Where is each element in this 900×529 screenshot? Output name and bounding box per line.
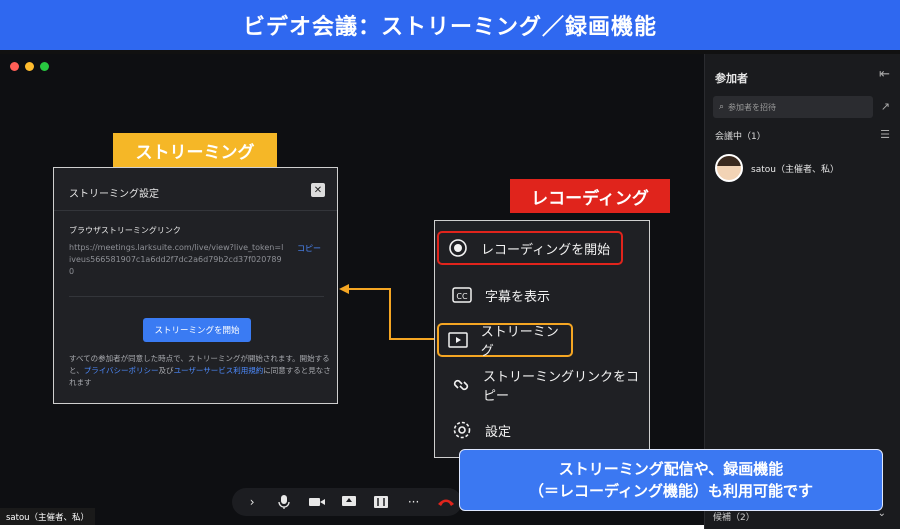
close-window-button[interactable]: [10, 62, 19, 71]
leave-call-icon[interactable]: [430, 488, 462, 516]
menu-item-label: ストリーミング: [480, 325, 559, 359]
cc-icon: CC: [451, 284, 473, 306]
menu-item-copy-stream-link[interactable]: ストリーミングリンクをコピー: [443, 368, 643, 404]
streaming-settings-dialog: ストリーミング設定 ✕ ブラウザストリーミングリンク https://meeti…: [53, 167, 338, 404]
privacy-policy-link[interactable]: プライバシーポリシー: [84, 366, 159, 375]
note-text: 及び: [158, 366, 174, 375]
menu-item-show-captions[interactable]: CC 字幕を表示: [443, 278, 643, 312]
svg-text:CC: CC: [456, 292, 468, 301]
screen-share-icon[interactable]: [333, 488, 365, 516]
info-message-box: ストリーミング配信や、録画機能 （＝レコーディング機能）も利用可能です: [459, 449, 883, 511]
participant-name: satou（主催者、私）: [751, 164, 839, 175]
arrow-line: [347, 288, 438, 340]
self-video-label: satou（主催者、私）: [0, 508, 96, 525]
in-meeting-count: 会議中（1）: [715, 132, 766, 142]
minimize-window-button[interactable]: [25, 62, 34, 71]
search-placeholder: 参加者を招待: [728, 102, 777, 112]
panel-title: 参加者: [715, 72, 748, 85]
menu-item-label: ストリーミングリンクをコピー: [483, 370, 640, 404]
link-label: ブラウザストリーミングリンク: [69, 226, 181, 235]
consent-note: すべての参加者が同意した時点で、ストリーミングが開始されます。開始すると、プライ…: [69, 353, 331, 389]
gear-icon: [451, 419, 473, 441]
camera-icon[interactable]: [301, 488, 333, 516]
arrow-connector: [339, 284, 438, 340]
dialog-title: ストリーミング設定: [69, 189, 159, 200]
menu-item-label: レコーディングを開始: [481, 242, 611, 258]
menu-item-settings[interactable]: 設定: [443, 413, 643, 447]
divider: [69, 296, 324, 297]
microphone-icon[interactable]: [268, 488, 300, 516]
search-icon: ⌕: [719, 102, 725, 112]
participant-row[interactable]: satou（主催者、私）: [715, 154, 839, 182]
candidates-section[interactable]: 候補（2）: [713, 510, 755, 523]
more-options-icon[interactable]: ···: [397, 488, 429, 516]
meeting-window: ストリーミング ストリーミング設定 ✕ ブラウザストリーミングリンク https…: [0, 50, 900, 529]
participants-toggle-icon[interactable]: [365, 488, 397, 516]
list-icon[interactable]: ☰: [880, 128, 890, 141]
copy-link-button[interactable]: コピー: [297, 243, 321, 254]
chevron-right-icon[interactable]: ›: [236, 488, 268, 516]
info-message-line: （＝レコーディング機能）も利用可能です: [529, 482, 813, 500]
collapse-panel-icon[interactable]: ⇤: [879, 67, 890, 82]
menu-item-label: 字幕を表示: [485, 289, 551, 305]
meeting-toolbar: › ···: [232, 488, 462, 516]
maximize-window-button[interactable]: [40, 62, 49, 71]
link-icon: [451, 374, 471, 396]
divider: [54, 210, 337, 211]
share-icon[interactable]: ↗: [881, 100, 890, 113]
menu-item-label: 設定: [485, 424, 512, 440]
more-options-menu: レコーディングを開始 CC 字幕を表示 ストリーミング ストリーミングリンクをコ…: [434, 220, 650, 458]
terms-link[interactable]: ユーザーサービス利用規約: [174, 366, 264, 375]
window-controls: [10, 62, 49, 71]
invite-search-input[interactable]: ⌕ 参加者を招待: [713, 96, 873, 118]
info-message-line: ストリーミング配信や、録画機能: [558, 460, 784, 478]
stream-link: https://meetings.larksuite.com/live/view…: [69, 243, 284, 276]
menu-item-start-recording[interactable]: レコーディングを開始: [437, 231, 623, 265]
menu-item-streaming[interactable]: ストリーミング: [437, 323, 573, 359]
streaming-callout: ストリーミング: [113, 133, 277, 167]
recording-callout: レコーディング: [510, 179, 670, 213]
avatar: [715, 154, 743, 182]
banner-title: ビデオ会議：ストリーミング／録画機能: [0, 0, 900, 50]
stream-icon: [447, 329, 469, 351]
arrow-head: [339, 284, 349, 294]
record-icon: [447, 237, 469, 259]
close-icon[interactable]: ✕: [311, 183, 325, 197]
start-streaming-button[interactable]: ストリーミングを開始: [143, 318, 251, 342]
